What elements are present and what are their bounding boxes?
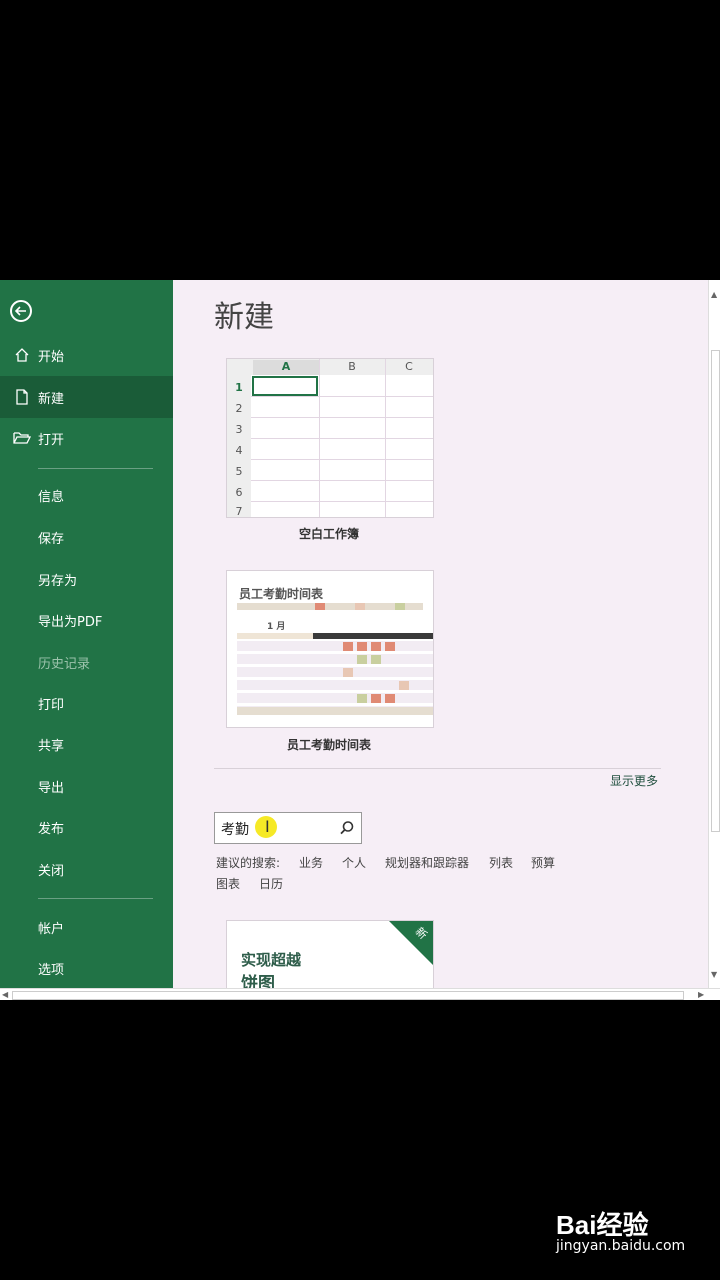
sidebar-divider xyxy=(38,468,153,469)
suggested-search-charts[interactable]: 图表 xyxy=(216,875,240,892)
attendance-mark xyxy=(357,642,367,651)
horizontal-scroll-thumb[interactable] xyxy=(12,991,684,1000)
attendance-mark xyxy=(343,642,353,651)
suggested-searches-label: 建议的搜索: xyxy=(216,856,281,870)
attendance-mark xyxy=(357,655,367,664)
sidebar-item-new[interactable]: 新建 xyxy=(0,376,173,418)
row-header: 3 xyxy=(235,423,243,436)
backstage-sidebar: 开始 新建 打开 信息 保存 另存为 导出为PDF 历史记录 打印 共享 导出 … xyxy=(0,280,173,988)
watermark-url: jingyan.baidu.com xyxy=(556,1238,686,1254)
sidebar-item-close[interactable]: 关闭 xyxy=(0,848,173,890)
sidebar-item-history: 历史记录 xyxy=(38,656,91,672)
vertical-scroll-thumb[interactable] xyxy=(711,350,720,832)
attendance-inner-title: 员工考勤时间表 xyxy=(239,587,324,601)
attendance-mark xyxy=(371,694,381,703)
attendance-template[interactable]: 员工考勤时间表 1 月 xyxy=(226,570,434,728)
scroll-up-icon[interactable]: ▲ xyxy=(711,290,717,299)
attendance-mark xyxy=(385,694,395,703)
pie-chart-promo-tile[interactable]: 新 实现超越 饼图 xyxy=(226,920,434,990)
horizontal-scrollbar[interactable]: ◀ ▶ xyxy=(0,988,720,1000)
suggested-search-budgets[interactable]: 预算 xyxy=(531,854,555,871)
row-header: 6 xyxy=(235,486,243,499)
grid-line xyxy=(251,396,433,397)
column-header-b: B xyxy=(348,360,356,373)
column-header-c: C xyxy=(405,360,413,373)
baidu-watermark: Bai经验 jingyan.baidu.com xyxy=(556,1205,685,1254)
column-header-a: A xyxy=(253,360,319,375)
row-header: 2 xyxy=(235,402,243,415)
scroll-left-icon[interactable]: ◀ xyxy=(2,990,8,999)
show-more-link[interactable]: 显示更多 xyxy=(610,772,658,789)
row-header: 5 xyxy=(235,465,243,478)
sidebar-item-info[interactable]: 信息 xyxy=(0,474,173,516)
suggested-search-planners[interactable]: 规划器和跟踪器 xyxy=(385,854,469,871)
legend-swatch xyxy=(395,603,405,610)
search-icon[interactable] xyxy=(339,820,355,840)
sidebar-item-export-pdf[interactable]: 导出为PDF xyxy=(0,599,173,641)
promo-line1: 实现超越 xyxy=(241,951,302,969)
blank-workbook-caption: 空白工作簿 xyxy=(298,527,359,541)
section-divider xyxy=(214,768,661,769)
grid-line xyxy=(251,459,433,460)
text-cursor-icon: I xyxy=(265,817,270,836)
home-icon xyxy=(12,347,32,363)
sidebar-item-options[interactable]: 选项 xyxy=(0,947,173,989)
sidebar-item-open[interactable]: 打开 xyxy=(0,417,173,459)
legend-swatch xyxy=(315,603,325,610)
attendance-grid xyxy=(237,641,433,707)
suggested-search-personal[interactable]: 个人 xyxy=(342,854,366,871)
suggested-search-business[interactable]: 业务 xyxy=(299,854,323,871)
search-value: 考勤 xyxy=(221,822,249,838)
back-arrow-icon[interactable] xyxy=(10,300,32,322)
attendance-mark xyxy=(399,681,409,690)
attendance-mark xyxy=(357,694,367,703)
attendance-total-row xyxy=(237,707,433,715)
attendance-template-caption: 员工考勤时间表 xyxy=(286,738,371,752)
sidebar-item-save-as[interactable]: 另存为 xyxy=(0,558,173,600)
suggested-search-lists[interactable]: 列表 xyxy=(489,854,513,871)
date-header-bar xyxy=(313,633,433,639)
selected-cell xyxy=(252,376,318,396)
attendance-mark xyxy=(385,642,395,651)
suggested-search-calendars[interactable]: 日历 xyxy=(259,875,283,892)
scroll-right-icon[interactable]: ▶ xyxy=(698,990,704,999)
excel-backstage: 开始 新建 打开 信息 保存 另存为 导出为PDF 历史记录 打印 共享 导出 … xyxy=(0,280,720,1000)
sidebar-item-home[interactable]: 开始 xyxy=(0,334,173,376)
promo-line2: 饼图 xyxy=(241,974,275,990)
page-title: 新建 xyxy=(214,300,274,335)
open-folder-icon xyxy=(12,431,32,445)
row-header: 4 xyxy=(235,444,243,457)
legend-swatch xyxy=(355,603,365,610)
sidebar-divider xyxy=(38,898,153,899)
row-header: 7 xyxy=(235,505,243,518)
sidebar-item-account[interactable]: 帐户 xyxy=(0,906,173,948)
grid-line xyxy=(251,501,433,502)
sidebar-item-publish[interactable]: 发布 xyxy=(0,806,173,848)
grid-line xyxy=(251,438,433,439)
attendance-month: 1 月 xyxy=(267,622,286,632)
new-document-icon xyxy=(12,389,32,405)
vertical-scrollbar[interactable]: ▲ ▼ xyxy=(708,280,720,988)
row-header: 1 xyxy=(235,381,243,394)
sidebar-item-export[interactable]: 导出 xyxy=(0,765,173,807)
attendance-mark xyxy=(343,668,353,677)
scroll-down-icon[interactable]: ▼ xyxy=(711,970,717,979)
attendance-mark xyxy=(371,642,381,651)
template-search-input[interactable]: 考勤 xyxy=(214,812,362,844)
sidebar-item-print[interactable]: 打印 xyxy=(0,682,173,724)
sidebar-item-save[interactable]: 保存 xyxy=(0,516,173,558)
grid-line xyxy=(251,480,433,481)
blank-workbook-template[interactable]: A B C 1 2 3 4 5 6 7 xyxy=(226,358,434,518)
attendance-mark xyxy=(371,655,381,664)
grid-line xyxy=(251,417,433,418)
sidebar-item-share[interactable]: 共享 xyxy=(0,723,173,765)
watermark-brand: Bai经验 xyxy=(556,1210,649,1240)
